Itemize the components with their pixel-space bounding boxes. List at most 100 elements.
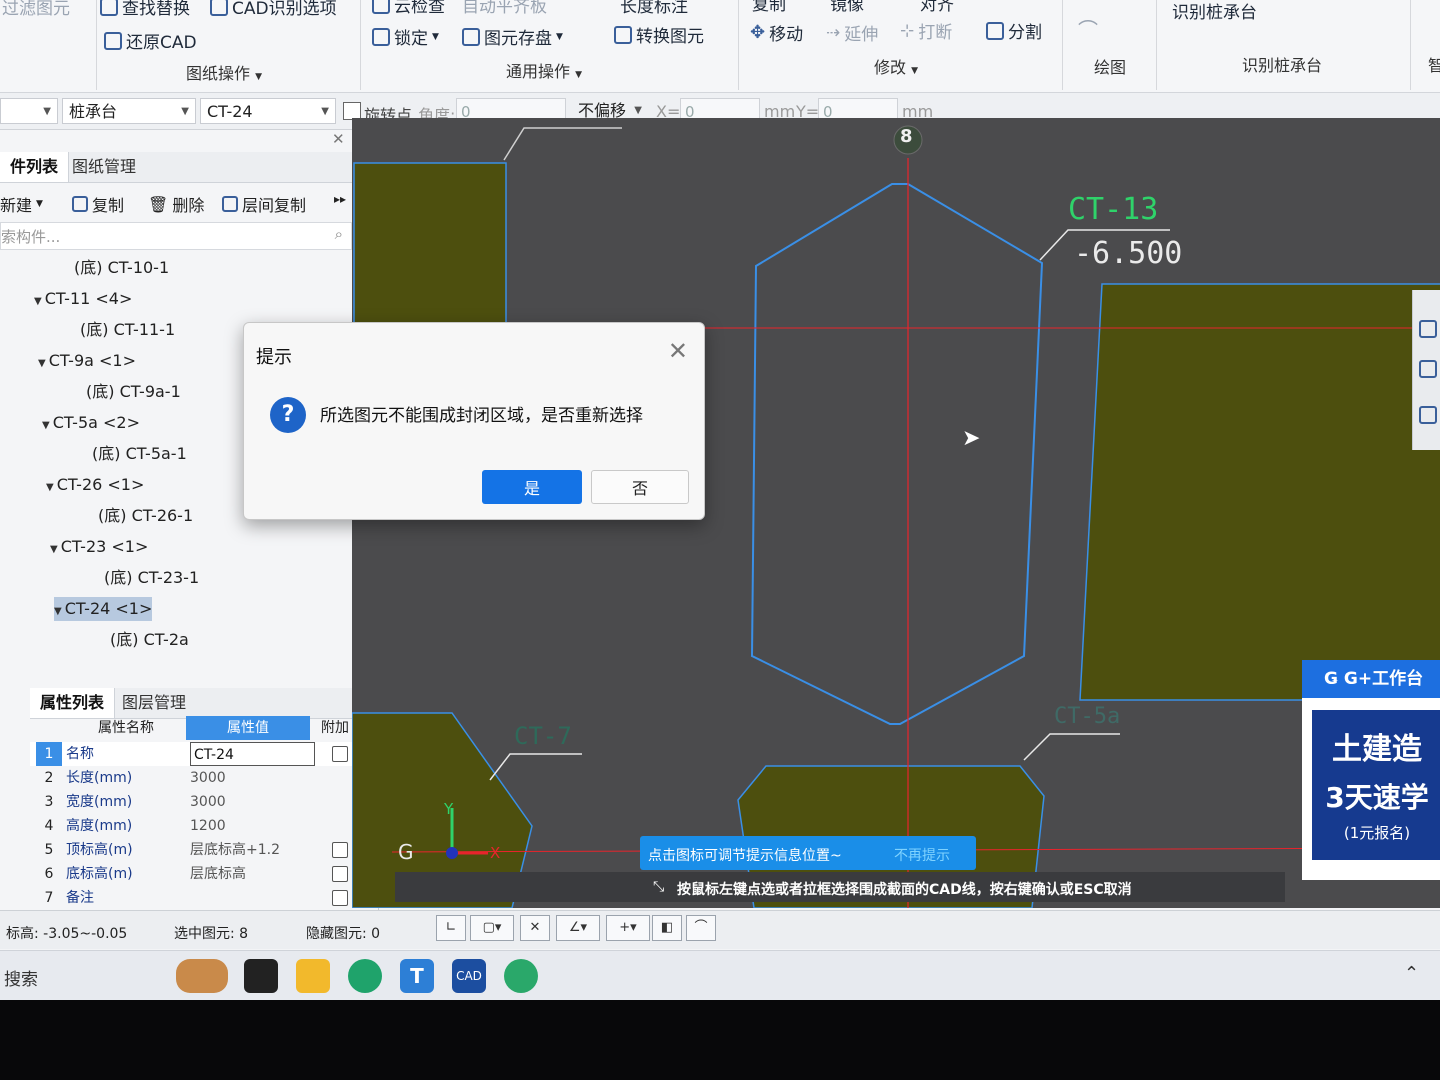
copy-ribbon-button[interactable]: 复制 — [752, 0, 786, 15]
property-row[interactable]: 4 高度(mm) 1200 — [30, 814, 360, 838]
property-value[interactable]: 层底标高 — [190, 862, 310, 886]
property-extra-checkbox[interactable] — [332, 866, 348, 882]
tree-item[interactable]: ▼ CT-26 <1> — [46, 473, 144, 497]
new-button[interactable]: 新建 ▼ — [0, 192, 43, 216]
delete-button[interactable]: 🗑 删除 — [148, 192, 204, 216]
tree-item[interactable]: ▼ CT-9a <1> — [38, 349, 136, 373]
hint-bubble[interactable]: 点击图标可调节提示信息位置~ 不再提示 — [640, 836, 976, 870]
property-row[interactable]: 6 底标高(m) 层底标高 — [30, 862, 360, 886]
extend-button[interactable]: ⇢ 延伸 — [826, 20, 878, 46]
property-row[interactable]: 2 长度(mm) 3000 — [30, 766, 360, 790]
cloud-check-button[interactable]: 云检查 — [372, 0, 445, 17]
property-extra-checkbox[interactable] — [332, 890, 348, 906]
cross-snap-icon[interactable]: ✕ — [520, 915, 550, 941]
tree-expand-icon[interactable]: ▼ — [38, 358, 46, 369]
draw-arc-button[interactable]: ⌒ — [1078, 14, 1098, 43]
mirror-ribbon-button[interactable]: 镜像 — [830, 0, 864, 15]
tab-drawing-manage[interactable]: 图纸管理 — [62, 152, 146, 182]
lock-button[interactable]: 锁定 ▼ — [372, 24, 439, 49]
identify-cap-button[interactable]: 识别桩承台 — [1172, 0, 1257, 23]
tree-expand-icon[interactable]: ▼ — [42, 420, 50, 431]
type-combo[interactable]: 桩承台 ▼ — [62, 98, 196, 124]
tree-item[interactable]: (底) CT-23-1 — [104, 566, 199, 590]
tree-item[interactable]: (底) CT-11-1 — [80, 318, 175, 342]
display-toggle-icon[interactable]: ◧ — [652, 915, 682, 941]
auto-align-slab-button[interactable]: 自动平齐板 — [462, 0, 547, 17]
dialog-close-icon[interactable]: ✕ — [668, 337, 688, 365]
ortho-toggle-icon[interactable]: ∟ — [436, 915, 466, 941]
tree-expand-icon[interactable]: ▼ — [46, 482, 54, 493]
ribbon-separator — [1062, 0, 1063, 90]
tree-expand-icon[interactable]: ▼ — [50, 544, 58, 555]
search-field[interactable]: 索构件... ⌕ — [0, 222, 352, 250]
align-ribbon-button[interactable]: 对齐 — [920, 0, 954, 15]
edge-dev-icon[interactable] — [504, 959, 538, 993]
filter-elements-button[interactable]: 过滤图元 — [2, 0, 70, 19]
yes-button[interactable]: 是 — [482, 470, 582, 504]
angle-snap-icon[interactable]: ∠▾ — [556, 915, 600, 941]
property-row[interactable]: 1 名称 CT-24 — [30, 742, 360, 766]
workspace-ad-card[interactable]: Ǥ G+工作台 土建造 3天速学 (1元报名) — [1302, 660, 1440, 880]
select-mode-icon[interactable]: ▢▾ — [470, 915, 514, 941]
split-button[interactable]: 分割 — [986, 18, 1042, 43]
find-replace-button[interactable]: 查找替换 — [100, 0, 190, 19]
tab-component-list[interactable]: 件列表 — [0, 152, 70, 182]
arc-snap-icon[interactable]: ⌒ — [686, 915, 716, 941]
tree-item[interactable]: ▼ CT-11 <4> — [34, 287, 132, 311]
tree-item[interactable]: (底) CT-2a — [110, 628, 189, 652]
selected-hexagon-outline[interactable] — [750, 183, 1044, 725]
copy-button[interactable]: 复制 — [72, 192, 124, 216]
element-save-button[interactable]: 图元存盘 ▼ — [462, 24, 563, 49]
edge-browser-icon[interactable] — [348, 959, 382, 993]
property-value[interactable]: 3000 — [190, 790, 310, 814]
tree-item[interactable]: (底) CT-26-1 — [98, 504, 193, 528]
search-icon: ⌕ — [334, 225, 343, 243]
widget-icon[interactable] — [176, 959, 228, 993]
tree-item[interactable]: ▼ CT-23 <1> — [50, 535, 148, 559]
name-combo[interactable]: CT-24 ▼ — [200, 98, 336, 124]
tab-property-list[interactable]: 属性列表 — [30, 688, 116, 718]
property-extra-checkbox[interactable] — [332, 746, 348, 762]
task-view-icon[interactable] — [244, 959, 278, 993]
cad-options-button[interactable]: CAD识别选项 — [210, 0, 337, 19]
move-button[interactable]: ✥ 移动 — [750, 20, 803, 45]
property-row[interactable]: 7 备注 — [30, 886, 360, 910]
offset-snap-icon[interactable]: +▾ — [606, 915, 650, 941]
dont-show-again-link[interactable]: 不再提示 — [894, 845, 950, 865]
tree-item[interactable]: (底) CT-5a-1 — [92, 442, 187, 466]
tree-item[interactable]: (底) CT-10-1 — [74, 256, 169, 280]
taskbar-search[interactable]: 搜索 — [4, 965, 38, 990]
layers-tool-icon[interactable] — [1419, 406, 1437, 424]
property-extra-checkbox[interactable] — [332, 842, 348, 858]
property-row[interactable]: 3 宽度(mm) 3000 — [30, 790, 360, 814]
group-smart-label: 智 — [1428, 56, 1440, 75]
pile-cap-ct13[interactable] — [1079, 283, 1440, 701]
property-value[interactable]: CT-24 — [190, 742, 315, 766]
cad-app-icon[interactable]: CAD — [452, 959, 486, 993]
no-button[interactable]: 否 — [591, 470, 689, 504]
tray-chevron-up-icon[interactable]: ⌃ — [1404, 963, 1419, 984]
break-button[interactable]: ⊹ 打断 — [900, 18, 952, 44]
file-explorer-icon[interactable] — [296, 959, 330, 993]
shrink-icon[interactable]: ⤡ — [653, 879, 664, 895]
tab-layer-manage[interactable]: 图层管理 — [112, 688, 196, 718]
property-value[interactable]: 层底标高+1.2 — [190, 838, 310, 862]
cube-view-icon[interactable] — [1419, 360, 1437, 378]
floor-copy-button[interactable]: 层间复制 — [222, 192, 306, 216]
glodon-app-icon[interactable]: T — [400, 959, 434, 993]
tree-expand-icon[interactable]: ▼ — [54, 606, 62, 617]
floor-combo[interactable]: ▼ — [0, 98, 58, 124]
property-row[interactable]: 5 顶标高(m) 层底标高+1.2 — [30, 838, 360, 862]
more-tools-icon[interactable]: ▸▸ — [334, 192, 346, 206]
convert-element-button[interactable]: 转换图元 — [614, 22, 704, 47]
property-value[interactable]: 1200 — [190, 814, 310, 838]
restore-cad-button[interactable]: 还原CAD — [104, 28, 197, 53]
tree-item[interactable]: (底) CT-9a-1 — [86, 380, 181, 404]
property-value[interactable]: 3000 — [190, 766, 310, 790]
view-tool-icon[interactable] — [1419, 320, 1437, 338]
tree-expand-icon[interactable]: ▼ — [34, 296, 42, 307]
tree-item[interactable]: ▼ CT-24 <1> — [54, 597, 153, 621]
tree-item[interactable]: ▼ CT-5a <2> — [42, 411, 140, 435]
panel-close-icon[interactable]: ✕ — [332, 130, 345, 148]
length-dim-button[interactable]: 长度标注 — [620, 0, 688, 17]
